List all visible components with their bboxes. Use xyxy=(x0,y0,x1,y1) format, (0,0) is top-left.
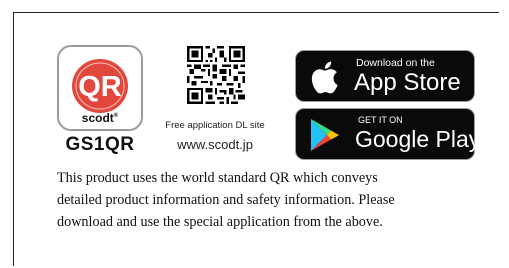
description-text: This product uses the world standard QR … xyxy=(57,167,477,233)
description-line-3: download and use the special application… xyxy=(57,214,383,230)
brand-label: scodt® xyxy=(59,111,141,125)
site-url-link[interactable]: www.scodt.jp xyxy=(160,137,270,152)
google-play-big-text: Google Play xyxy=(355,126,481,152)
google-play-small-text: GET IT ON xyxy=(358,115,403,125)
apple-icon xyxy=(311,61,338,94)
app-name: GS1QR xyxy=(65,134,135,155)
app-store-small-text: Download on the xyxy=(356,57,435,69)
description-line-1: This product uses the world standard QR … xyxy=(57,170,378,186)
gs1qr-app-icon[interactable]: QR scodt® xyxy=(57,45,143,131)
google-play-icon xyxy=(311,119,339,151)
qr-logo-text: QR xyxy=(78,71,122,103)
free-app-caption: Free application DL site xyxy=(165,120,265,131)
registered-mark: ® xyxy=(113,113,119,119)
brand-name: scodt xyxy=(81,111,114,125)
qr-code-image[interactable] xyxy=(187,46,245,104)
app-store-button[interactable]: Download on the App Store xyxy=(295,50,475,102)
google-play-button[interactable]: GET IT ON Google Play xyxy=(295,108,480,160)
description-line-2: detailed product information and safety … xyxy=(57,192,395,208)
app-store-big-text: App Store xyxy=(354,69,461,96)
qr-logo-icon: QR xyxy=(72,59,128,113)
